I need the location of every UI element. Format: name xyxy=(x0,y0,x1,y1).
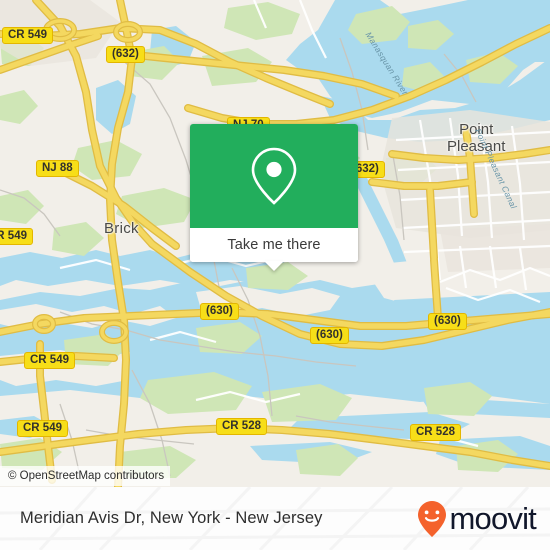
take-me-there-label: Take me there xyxy=(227,237,321,253)
road-shield-cr528-east: CR 528 xyxy=(410,424,461,441)
map-label-brick: Brick xyxy=(104,220,139,237)
road-shield-630-east: (630) xyxy=(428,313,467,330)
road-shield-cr549-south: CR 549 xyxy=(17,420,68,437)
map-canvas[interactable]: Brick Point Pleasant Manasquan River Poi… xyxy=(0,0,550,487)
map-screenshot: Brick Point Pleasant Manasquan River Poi… xyxy=(0,0,550,550)
take-me-there-popup[interactable]: Take me there xyxy=(190,124,358,271)
road-shield-630-mid: (630) xyxy=(200,303,239,320)
moovit-pin-icon xyxy=(418,500,447,537)
moovit-wordmark: moovit xyxy=(449,501,536,536)
road-shield-cr549-nw: CR 549 xyxy=(2,27,53,44)
popup-header xyxy=(190,124,358,228)
road-shield-cr549-sw: CR 549 xyxy=(24,352,75,369)
footer-bar: Meridian Avis Dr, New York - New Jersey … xyxy=(0,487,550,550)
road-shield-nj88: NJ 88 xyxy=(36,160,79,177)
map-pin-icon xyxy=(251,147,297,205)
road-shield-cr549-west: CR 549 xyxy=(0,228,33,245)
road-shield-630-south: (630) xyxy=(310,327,349,344)
popup-footer[interactable]: Take me there xyxy=(190,228,358,271)
osm-attribution[interactable]: © OpenStreetMap contributors xyxy=(0,466,171,486)
moovit-logo[interactable]: moovit xyxy=(417,487,537,550)
road-shield-cr528-mid: CR 528 xyxy=(216,418,267,435)
road-shield-632-north: (632) xyxy=(106,46,145,63)
map-label-point-pleasant-line2: Pleasant xyxy=(447,138,506,155)
location-title: Meridian Avis Dr, New York - New Jersey xyxy=(20,509,323,527)
popup-tail-pointer xyxy=(264,261,284,271)
